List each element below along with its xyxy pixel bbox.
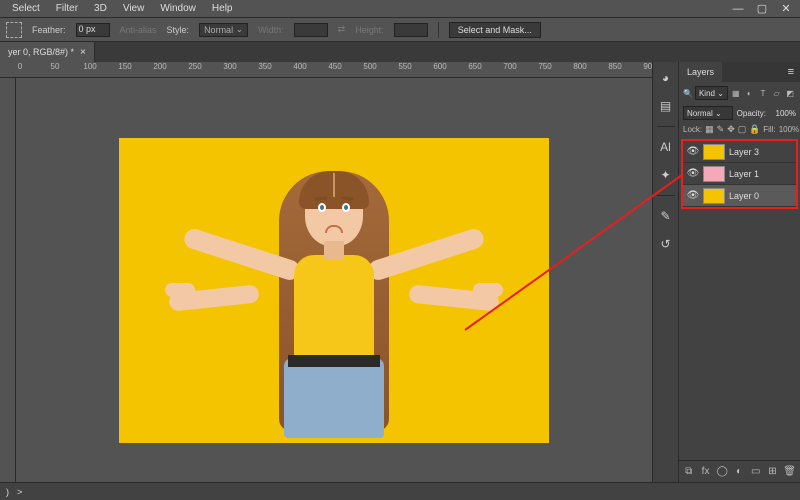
brush-panel-icon[interactable]: ✎ (656, 206, 676, 226)
history-panel-icon[interactable]: ↺ (656, 234, 676, 254)
layer-fx-icon[interactable]: fx (700, 465, 712, 478)
filter-adjust-icon[interactable]: ◐ (744, 87, 756, 99)
layer-name[interactable]: Layer 0 (729, 191, 759, 201)
group-icon[interactable]: ▭ (750, 465, 762, 478)
layers-panel-tab[interactable]: Layers (679, 62, 722, 82)
canvas-area: 0 50 100 150 200 250 300 350 400 450 500… (0, 62, 652, 482)
height-input (394, 23, 428, 37)
libraries-panel-icon[interactable]: Al (656, 137, 676, 157)
swap-icon: ⇄ (338, 24, 346, 35)
filter-kind-select[interactable]: Kind ⌄ (695, 86, 728, 100)
lock-position-icon[interactable]: ✥ (727, 124, 735, 135)
feather-input[interactable]: 0 px (76, 23, 110, 37)
lock-artboard-icon[interactable]: ▢ (738, 124, 747, 135)
menu-view[interactable]: View (115, 1, 153, 16)
layers-panel-footer: ⧉ fx ◯ ◐ ▭ ⊞ 🗑 (679, 460, 800, 482)
options-bar: Feather: 0 px Anti-alias Style: Normal ⌄… (0, 18, 800, 42)
filter-smart-icon[interactable]: ◩ (784, 87, 796, 99)
new-layer-icon[interactable]: ⊞ (767, 465, 779, 478)
delete-layer-icon[interactable]: 🗑 (783, 465, 796, 478)
layers-panel: Layers ≡ 🔍 Kind ⌄ ▦ ◐ T ▱ ◩ Normal ⌄ Opa… (678, 62, 800, 482)
opacity-label: Opacity: (737, 109, 766, 118)
swatches-panel-icon[interactable]: ▤ (656, 96, 676, 116)
layer-row[interactable]: 👁 Layer 3 (683, 141, 796, 163)
close-window-icon[interactable]: ✕ (776, 2, 796, 16)
canvas-image (119, 138, 549, 443)
menu-window[interactable]: Window (152, 1, 204, 16)
layer-name[interactable]: Layer 3 (729, 147, 759, 157)
ruler-vertical (0, 78, 16, 482)
canvas-viewport[interactable] (16, 78, 652, 482)
layer-name[interactable]: Layer 1 (729, 169, 759, 179)
menu-select[interactable]: Select (4, 1, 48, 16)
visibility-toggle-icon[interactable]: 👁 (687, 168, 699, 180)
style-select[interactable]: Normal ⌄ (199, 23, 248, 37)
document-tab[interactable]: yer 0, RGB/8#) * × (0, 42, 95, 62)
status-bar: ) > (0, 482, 800, 500)
menu-help[interactable]: Help (204, 1, 241, 16)
layers-list: 👁 Layer 3 👁 Layer 1 👁 Layer 0 (681, 139, 798, 209)
tool-icon[interactable] (6, 22, 22, 38)
secondary-toolbar: ◕ ▤ Al ✦ ✎ ↺ (652, 62, 678, 482)
blend-mode-select[interactable]: Normal ⌄ (683, 106, 733, 120)
visibility-toggle-icon[interactable]: 👁 (687, 146, 699, 158)
layer-mask-icon[interactable]: ◯ (716, 465, 728, 478)
filter-pixel-icon[interactable]: ▦ (730, 87, 742, 99)
fill-value[interactable]: 100% (779, 125, 799, 134)
width-label: Width: (258, 25, 284, 35)
fill-label: Fill: (763, 125, 775, 134)
layer-thumbnail[interactable] (703, 166, 725, 182)
adjustments-panel-icon[interactable]: ✦ (656, 165, 676, 185)
lock-paint-icon[interactable]: ✎ (717, 124, 725, 135)
antialias-checkbox: Anti-alias (120, 25, 157, 35)
document-tab-title: yer 0, RGB/8#) * (8, 47, 74, 57)
image-content (169, 163, 499, 443)
lock-all-icon[interactable]: 🔒 (749, 124, 760, 135)
menu-3d[interactable]: 3D (86, 1, 115, 16)
style-label: Style: (167, 25, 190, 35)
width-input (294, 23, 328, 37)
menu-bar: Select Filter 3D View Window Help — ▢ ✕ (0, 0, 800, 18)
menu-filter[interactable]: Filter (48, 1, 86, 16)
filter-search-icon[interactable]: 🔍 (683, 89, 693, 98)
lock-transparent-icon[interactable]: ▦ (705, 124, 714, 135)
status-arrow-icon[interactable]: > (17, 487, 22, 497)
restore-icon[interactable]: ▢ (752, 2, 772, 16)
select-and-mask-button[interactable]: Select and Mask... (449, 22, 541, 38)
color-panel-icon[interactable]: ◕ (656, 68, 676, 88)
ruler-horizontal: 0 50 100 150 200 250 300 350 400 450 500… (0, 62, 652, 78)
layer-row[interactable]: 👁 Layer 0 (683, 185, 796, 207)
height-label: Height: (355, 25, 384, 35)
lock-label: Lock: (683, 125, 702, 134)
status-indicator: ) (6, 487, 9, 497)
panel-menu-icon[interactable]: ≡ (782, 66, 800, 78)
opacity-value[interactable]: 100% (770, 109, 796, 118)
document-tab-bar: yer 0, RGB/8#) * × (0, 42, 800, 62)
layer-thumbnail[interactable] (703, 144, 725, 160)
layer-thumbnail[interactable] (703, 188, 725, 204)
visibility-toggle-icon[interactable]: 👁 (687, 190, 699, 202)
feather-label: Feather: (32, 25, 66, 35)
layer-row[interactable]: 👁 Layer 1 (683, 163, 796, 185)
filter-type-icon[interactable]: T (757, 87, 769, 99)
link-layers-icon[interactable]: ⧉ (683, 465, 695, 478)
filter-shape-icon[interactable]: ▱ (771, 87, 783, 99)
minimize-icon[interactable]: — (728, 2, 748, 16)
adjustment-layer-icon[interactable]: ◐ (733, 465, 745, 478)
close-tab-icon[interactable]: × (80, 47, 86, 58)
